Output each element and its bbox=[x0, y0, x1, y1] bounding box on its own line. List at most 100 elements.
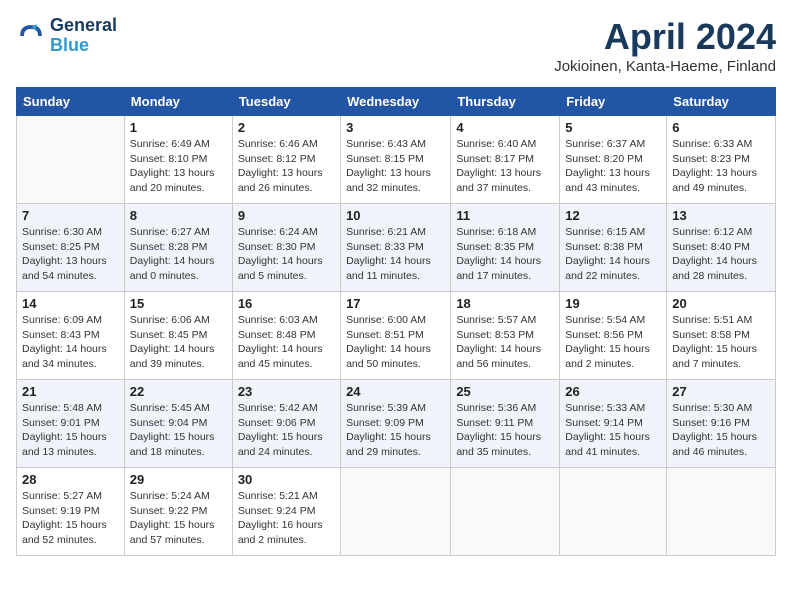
logo-text: General Blue bbox=[50, 16, 117, 56]
calendar-cell: 8 Sunrise: 6:27 AM Sunset: 8:28 PM Daylig… bbox=[124, 204, 232, 292]
day-number: 17 bbox=[346, 296, 445, 311]
day-number: 2 bbox=[238, 120, 335, 135]
calendar-cell: 1 Sunrise: 6:49 AM Sunset: 8:10 PM Daylig… bbox=[124, 116, 232, 204]
day-info: Sunrise: 6:27 AM Sunset: 8:28 PM Dayligh… bbox=[130, 225, 227, 284]
day-info: Sunrise: 5:21 AM Sunset: 9:24 PM Dayligh… bbox=[238, 489, 335, 548]
calendar-cell bbox=[667, 468, 776, 556]
calendar-cell: 25 Sunrise: 5:36 AM Sunset: 9:11 PM Dayli… bbox=[451, 380, 560, 468]
calendar-cell: 2 Sunrise: 6:46 AM Sunset: 8:12 PM Daylig… bbox=[232, 116, 340, 204]
calendar-cell: 23 Sunrise: 5:42 AM Sunset: 9:06 PM Dayli… bbox=[232, 380, 340, 468]
day-number: 18 bbox=[456, 296, 554, 311]
calendar-week-row: 21 Sunrise: 5:48 AM Sunset: 9:01 PM Dayli… bbox=[17, 380, 776, 468]
day-info: Sunrise: 5:48 AM Sunset: 9:01 PM Dayligh… bbox=[22, 401, 119, 460]
calendar-cell: 12 Sunrise: 6:15 AM Sunset: 8:38 PM Dayli… bbox=[560, 204, 667, 292]
calendar-week-row: 14Sunrise: 6:09 AM Sunset: 8:43 PM Dayli… bbox=[17, 292, 776, 380]
weekday-header-wednesday: Wednesday bbox=[341, 88, 451, 116]
day-number: 14 bbox=[22, 296, 119, 311]
calendar-week-row: 1 Sunrise: 6:49 AM Sunset: 8:10 PM Daylig… bbox=[17, 116, 776, 204]
calendar-cell bbox=[17, 116, 125, 204]
day-info: Sunrise: 6:30 AM Sunset: 8:25 PM Dayligh… bbox=[22, 225, 119, 284]
calendar-cell: 24 Sunrise: 5:39 AM Sunset: 9:09 PM Dayli… bbox=[341, 380, 451, 468]
day-info: Sunrise: 6:24 AM Sunset: 8:30 PM Dayligh… bbox=[238, 225, 335, 284]
weekday-header-sunday: Sunday bbox=[17, 88, 125, 116]
calendar-cell: 15 Sunrise: 6:06 AM Sunset: 8:45 PM Dayli… bbox=[124, 292, 232, 380]
day-info: Sunrise: 6:15 AM Sunset: 8:38 PM Dayligh… bbox=[565, 225, 661, 284]
day-number: 16 bbox=[238, 296, 335, 311]
day-info: Sunrise: 5:24 AM Sunset: 9:22 PM Dayligh… bbox=[130, 489, 227, 548]
calendar-cell bbox=[341, 468, 451, 556]
calendar-cell: 28Sunrise: 5:27 AM Sunset: 9:19 PM Dayli… bbox=[17, 468, 125, 556]
day-info: Sunrise: 5:39 AM Sunset: 9:09 PM Dayligh… bbox=[346, 401, 445, 460]
day-number: 23 bbox=[238, 384, 335, 399]
calendar-cell: 14Sunrise: 6:09 AM Sunset: 8:43 PM Dayli… bbox=[17, 292, 125, 380]
day-info: Sunrise: 5:30 AM Sunset: 9:16 PM Dayligh… bbox=[672, 401, 770, 460]
day-info: Sunrise: 6:43 AM Sunset: 8:15 PM Dayligh… bbox=[346, 137, 445, 196]
day-number: 27 bbox=[672, 384, 770, 399]
logo: General Blue bbox=[16, 16, 117, 56]
day-info: Sunrise: 5:33 AM Sunset: 9:14 PM Dayligh… bbox=[565, 401, 661, 460]
calendar-cell: 5Sunrise: 6:37 AM Sunset: 8:20 PM Daylig… bbox=[560, 116, 667, 204]
day-info: Sunrise: 6:03 AM Sunset: 8:48 PM Dayligh… bbox=[238, 313, 335, 372]
calendar-week-row: 28Sunrise: 5:27 AM Sunset: 9:19 PM Dayli… bbox=[17, 468, 776, 556]
day-info: Sunrise: 6:33 AM Sunset: 8:23 PM Dayligh… bbox=[672, 137, 770, 196]
weekday-header-tuesday: Tuesday bbox=[232, 88, 340, 116]
day-number: 5 bbox=[565, 120, 661, 135]
month-title: April 2024 bbox=[554, 16, 776, 58]
calendar-cell: 11 Sunrise: 6:18 AM Sunset: 8:35 PM Dayli… bbox=[451, 204, 560, 292]
logo-line2: Blue bbox=[50, 36, 117, 56]
day-number: 9 bbox=[238, 208, 335, 223]
calendar-cell: 10 Sunrise: 6:21 AM Sunset: 8:33 PM Dayli… bbox=[341, 204, 451, 292]
day-info: Sunrise: 6:18 AM Sunset: 8:35 PM Dayligh… bbox=[456, 225, 554, 284]
day-number: 12 bbox=[565, 208, 661, 223]
day-info: Sunrise: 5:36 AM Sunset: 9:11 PM Dayligh… bbox=[456, 401, 554, 460]
day-number: 24 bbox=[346, 384, 445, 399]
calendar-week-row: 7 Sunrise: 6:30 AM Sunset: 8:25 PM Daylig… bbox=[17, 204, 776, 292]
day-info: Sunrise: 6:49 AM Sunset: 8:10 PM Dayligh… bbox=[130, 137, 227, 196]
day-number: 10 bbox=[346, 208, 445, 223]
day-number: 7 bbox=[22, 208, 119, 223]
day-number: 29 bbox=[130, 472, 227, 487]
calendar-cell: 13Sunrise: 6:12 AM Sunset: 8:40 PM Dayli… bbox=[667, 204, 776, 292]
day-number: 8 bbox=[130, 208, 227, 223]
day-info: Sunrise: 5:27 AM Sunset: 9:19 PM Dayligh… bbox=[22, 489, 119, 548]
day-number: 13 bbox=[672, 208, 770, 223]
day-number: 21 bbox=[22, 384, 119, 399]
day-info: Sunrise: 6:06 AM Sunset: 8:45 PM Dayligh… bbox=[130, 313, 227, 372]
calendar-cell: 19 Sunrise: 5:54 AM Sunset: 8:56 PM Dayli… bbox=[560, 292, 667, 380]
day-info: Sunrise: 5:54 AM Sunset: 8:56 PM Dayligh… bbox=[565, 313, 661, 372]
day-number: 4 bbox=[456, 120, 554, 135]
day-number: 25 bbox=[456, 384, 554, 399]
calendar-cell: 29 Sunrise: 5:24 AM Sunset: 9:22 PM Dayli… bbox=[124, 468, 232, 556]
location-title: Jokioinen, Kanta-Haeme, Finland bbox=[554, 58, 776, 75]
day-number: 11 bbox=[456, 208, 554, 223]
calendar-cell: 18 Sunrise: 5:57 AM Sunset: 8:53 PM Dayli… bbox=[451, 292, 560, 380]
calendar-cell: 6Sunrise: 6:33 AM Sunset: 8:23 PM Daylig… bbox=[667, 116, 776, 204]
calendar-cell bbox=[560, 468, 667, 556]
day-number: 26 bbox=[565, 384, 661, 399]
day-number: 19 bbox=[565, 296, 661, 311]
weekday-header-monday: Monday bbox=[124, 88, 232, 116]
day-info: Sunrise: 5:45 AM Sunset: 9:04 PM Dayligh… bbox=[130, 401, 227, 460]
calendar-cell: 30Sunrise: 5:21 AM Sunset: 9:24 PM Dayli… bbox=[232, 468, 340, 556]
calendar-cell: 3 Sunrise: 6:43 AM Sunset: 8:15 PM Daylig… bbox=[341, 116, 451, 204]
calendar-cell: 21 Sunrise: 5:48 AM Sunset: 9:01 PM Dayli… bbox=[17, 380, 125, 468]
calendar-cell: 7 Sunrise: 6:30 AM Sunset: 8:25 PM Daylig… bbox=[17, 204, 125, 292]
day-number: 22 bbox=[130, 384, 227, 399]
day-info: Sunrise: 5:42 AM Sunset: 9:06 PM Dayligh… bbox=[238, 401, 335, 460]
page-header: General Blue April 2024 Jokioinen, Kanta… bbox=[16, 16, 776, 75]
day-number: 20 bbox=[672, 296, 770, 311]
weekday-header-saturday: Saturday bbox=[667, 88, 776, 116]
weekday-header-thursday: Thursday bbox=[451, 88, 560, 116]
calendar-cell: 9 Sunrise: 6:24 AM Sunset: 8:30 PM Daylig… bbox=[232, 204, 340, 292]
day-info: Sunrise: 6:46 AM Sunset: 8:12 PM Dayligh… bbox=[238, 137, 335, 196]
calendar-cell bbox=[451, 468, 560, 556]
day-info: Sunrise: 6:21 AM Sunset: 8:33 PM Dayligh… bbox=[346, 225, 445, 284]
title-area: April 2024 Jokioinen, Kanta-Haeme, Finla… bbox=[554, 16, 776, 75]
day-number: 1 bbox=[130, 120, 227, 135]
weekday-header-row: SundayMondayTuesdayWednesdayThursdayFrid… bbox=[17, 88, 776, 116]
weekday-header-friday: Friday bbox=[560, 88, 667, 116]
calendar-cell: 16 Sunrise: 6:03 AM Sunset: 8:48 PM Dayli… bbox=[232, 292, 340, 380]
day-info: Sunrise: 5:57 AM Sunset: 8:53 PM Dayligh… bbox=[456, 313, 554, 372]
day-number: 15 bbox=[130, 296, 227, 311]
day-number: 3 bbox=[346, 120, 445, 135]
